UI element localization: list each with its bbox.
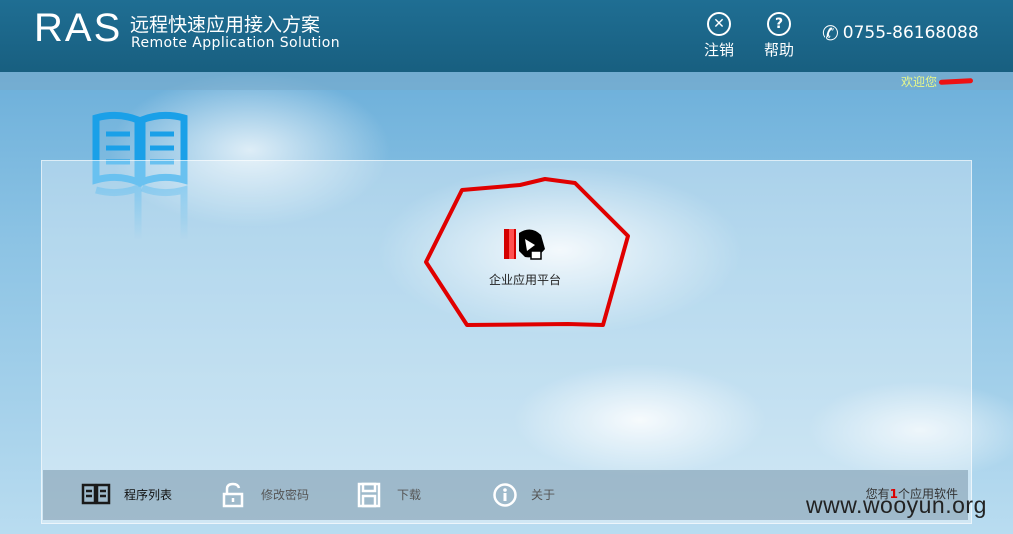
- download-button[interactable]: 下载: [357, 482, 437, 508]
- program-list-label: 程序列表: [124, 488, 173, 502]
- welcome-text: 欢迎您: [900, 75, 937, 89]
- redacted-username: [938, 78, 974, 85]
- ras-logo: RAS: [34, 6, 123, 50]
- logout-button[interactable]: ✕ 注销: [697, 12, 741, 60]
- unlock-icon: [222, 482, 244, 508]
- logout-label: 注销: [703, 41, 734, 59]
- product-title-en: Remote Application Solution: [131, 35, 340, 51]
- program-list-button[interactable]: 程序列表: [81, 482, 181, 508]
- question-icon: ?: [767, 12, 791, 36]
- book-icon: [81, 483, 111, 505]
- about-label: 关于: [531, 488, 556, 502]
- header-bar: RAS 远程快速应用接入方案 Remote Application Soluti…: [0, 0, 1013, 72]
- info-icon: [493, 483, 517, 507]
- save-disk-icon: [357, 482, 381, 508]
- support-phone: ✆ 0755-86168088: [822, 21, 979, 45]
- phone-icon: ✆: [822, 21, 839, 45]
- close-circle-icon: ✕: [707, 12, 731, 36]
- app-label: 企业应用平台: [488, 273, 561, 287]
- welcome-bar: 欢迎您: [0, 72, 1013, 90]
- enterprise-app-icon: [504, 229, 545, 260]
- change-password-button[interactable]: 修改密码: [221, 482, 321, 508]
- about-button[interactable]: 关于: [492, 482, 572, 508]
- help-button[interactable]: ? 帮助: [757, 12, 801, 60]
- change-password-label: 修改密码: [261, 488, 310, 502]
- phone-number: 0755-86168088: [842, 23, 979, 43]
- help-label: 帮助: [763, 41, 794, 59]
- product-title-cn: 远程快速应用接入方案: [130, 14, 321, 36]
- download-label: 下载: [397, 488, 422, 502]
- watermark: www.wooyun.org: [806, 492, 987, 518]
- app-tile-enterprise[interactable]: 企业应用平台: [470, 225, 580, 288]
